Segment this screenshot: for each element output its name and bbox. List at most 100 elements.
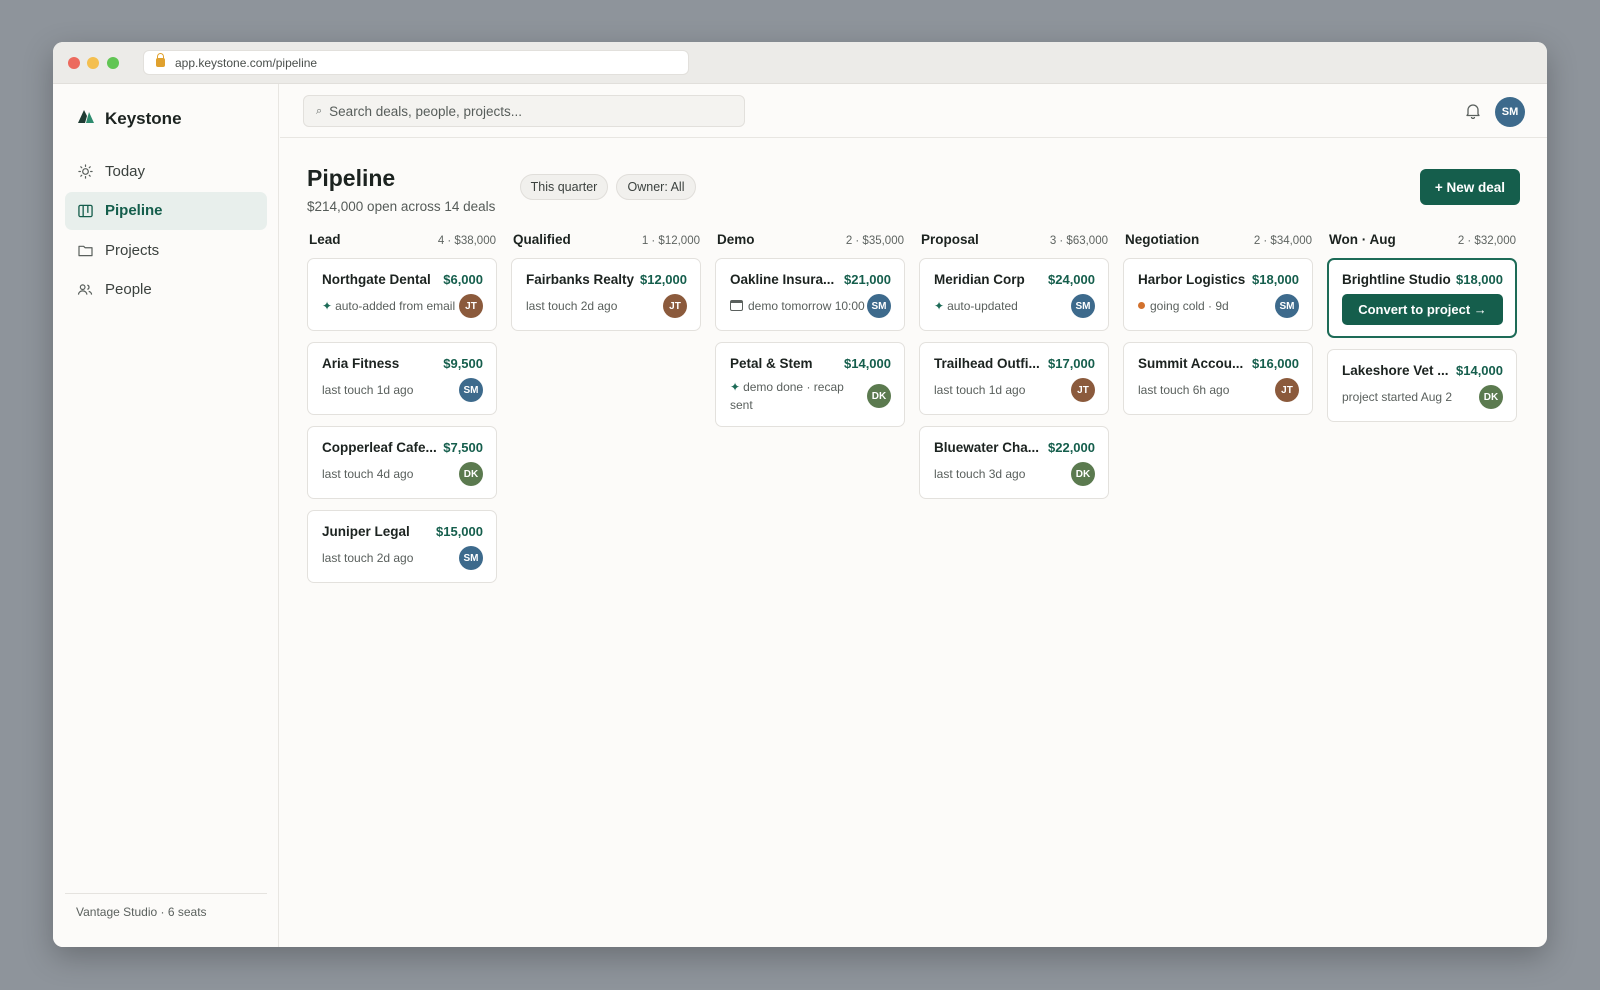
deal-name: Harbor Logistics xyxy=(1138,272,1246,287)
deal-card[interactable]: Petal & Stem $14,000 ✦ demo done · recap se… xyxy=(715,342,905,427)
search-input[interactable]: ⌕ Search deals, people, projects... xyxy=(303,95,745,127)
pipeline-board: Lead 4 · $38,000 Northgate Dental $6,000 ✦ au… xyxy=(307,232,1517,594)
deal-name: Summit Accou... xyxy=(1138,356,1244,371)
deal-value: $21,000 xyxy=(844,272,891,287)
deal-card[interactable]: Northgate Dental $6,000 ✦ auto-added from e… xyxy=(307,258,497,331)
deal-card[interactable]: Trailhead Outfi... $17,000 last touch 1d a… xyxy=(919,342,1109,415)
owner-avatar[interactable]: JT xyxy=(459,294,483,318)
owner-avatar[interactable]: JT xyxy=(1275,378,1299,402)
owner-avatar[interactable]: SM xyxy=(867,294,891,318)
search-icon: ⌕ xyxy=(316,104,323,117)
column-demo: Demo 2 · $35,000 Oakline Insura... $21,000 d… xyxy=(715,232,905,594)
column-summary: 3 · $63,000 xyxy=(1049,235,1108,247)
deal-name: Oakline Insura... xyxy=(730,272,835,287)
sidebar-item-projects[interactable]: Projects xyxy=(65,231,267,269)
deal-card-footer: ✦ auto-added from email JT xyxy=(322,294,483,318)
deal-card-footer: last touch 1d ago SM xyxy=(322,378,483,402)
brand-name: Keystone xyxy=(105,108,182,128)
deal-name: Bluewater Cha... xyxy=(934,440,1040,455)
deal-card[interactable]: Aria Fitness $9,500 last touch 1d ago SM xyxy=(307,342,497,415)
deal-card[interactable]: Meridian Corp $24,000 ✦ auto-updated SM xyxy=(919,258,1109,331)
deal-card[interactable]: Summit Accou... $16,000 last touch 6h ago J… xyxy=(1123,342,1313,415)
deal-card-header: Harbor Logistics $18,000 xyxy=(1138,272,1299,287)
deal-value: $14,000 xyxy=(844,356,891,371)
owner-avatar[interactable]: JT xyxy=(1071,378,1095,402)
maximize-window-button[interactable] xyxy=(107,57,119,69)
deal-card[interactable]: Copperleaf Cafe... $7,500 last touch 4d ag… xyxy=(307,426,497,499)
sun-icon xyxy=(77,163,93,179)
deal-value: $18,000 xyxy=(1456,272,1503,287)
owner-avatar[interactable]: JT xyxy=(663,294,687,318)
sidebar-item-label: People xyxy=(105,281,152,298)
workspace-info[interactable]: Vantage Studio · 6 seats xyxy=(65,893,267,947)
column-header: Negotiation 2 · $34,000 xyxy=(1123,232,1313,258)
deal-value: $12,000 xyxy=(640,272,687,287)
column-title: Negotiation xyxy=(1125,232,1200,247)
owner-avatar[interactable]: SM xyxy=(1071,294,1095,318)
deal-note: last touch 4d ago xyxy=(322,465,413,483)
deal-card-footer: last touch 1d ago JT xyxy=(934,378,1095,402)
column-title: Qualified xyxy=(513,232,571,247)
owner-filter-chip[interactable]: Owner: All xyxy=(616,174,696,200)
deal-note-text: going cold · 9d xyxy=(1150,299,1229,313)
deal-card-header: Bluewater Cha... $22,000 xyxy=(934,440,1095,455)
deal-note-text: last touch 6h ago xyxy=(1138,383,1230,397)
column-proposal: Proposal 3 · $63,000 Meridian Corp $24,000 ✦… xyxy=(919,232,1109,594)
deal-card[interactable]: Oakline Insura... $21,000 demo tomorrow 10… xyxy=(715,258,905,331)
sidebar-item-pipeline[interactable]: Pipeline xyxy=(65,191,267,230)
user-avatar[interactable]: SM xyxy=(1495,97,1525,127)
deal-value: $9,500 xyxy=(443,356,483,371)
owner-avatar[interactable]: SM xyxy=(459,546,483,570)
bell-icon[interactable] xyxy=(1465,102,1481,120)
owner-avatar[interactable]: SM xyxy=(459,378,483,402)
sidebar-item-label: Pipeline xyxy=(105,202,163,219)
owner-avatar[interactable]: DK xyxy=(459,462,483,486)
sparkle-icon: ✦ xyxy=(934,299,945,313)
new-deal-button[interactable]: + New deal xyxy=(1420,169,1520,205)
deal-card[interactable]: Brightline Studio $18,000 Convert to proje… xyxy=(1327,258,1517,338)
deal-note: last touch 1d ago xyxy=(934,381,1025,399)
owner-avatar[interactable]: DK xyxy=(867,384,891,408)
deal-card[interactable]: Juniper Legal $15,000 last touch 2d ago SM xyxy=(307,510,497,583)
brand[interactable]: Keystone xyxy=(77,108,182,129)
sidebar-item-people[interactable]: People xyxy=(65,271,267,309)
deal-card[interactable]: Lakeshore Vet ... $14,000 project started … xyxy=(1327,349,1517,422)
deal-name: Aria Fitness xyxy=(322,356,400,371)
deal-card-footer: last touch 2d ago SM xyxy=(322,546,483,570)
keystone-logo-icon xyxy=(77,108,95,129)
sidebar-item-label: Today xyxy=(105,162,146,180)
column-title: Lead xyxy=(309,232,341,247)
deal-note-text: auto-updated xyxy=(947,299,1018,313)
deal-card-footer: going cold · 9d SM xyxy=(1138,294,1299,318)
column-summary: 2 · $34,000 xyxy=(1253,235,1312,247)
deal-note: last touch 1d ago xyxy=(322,381,413,399)
deal-note: ✦ demo done · recap sent xyxy=(730,378,865,414)
deal-note: project started Aug 2 xyxy=(1342,388,1452,406)
owner-avatar[interactable]: DK xyxy=(1479,385,1503,409)
deal-card[interactable]: Fairbanks Realty $12,000 last touch 2d ago… xyxy=(511,258,701,331)
sidebar-item-today[interactable]: Today xyxy=(65,152,267,190)
deal-note-text: last touch 4d ago xyxy=(322,467,414,481)
deal-card-footer: last touch 2d ago JT xyxy=(526,294,687,318)
column-summary: 2 · $35,000 xyxy=(845,235,904,247)
owner-avatar[interactable]: SM xyxy=(1275,294,1299,318)
convert-to-project-button[interactable]: Convert to project → xyxy=(1342,294,1503,325)
deal-card-header: Meridian Corp $24,000 xyxy=(934,272,1095,287)
deal-card-header: Oakline Insura... $21,000 xyxy=(730,272,891,287)
column-qualified: Qualified 1 · $12,000 Fairbanks Realty $12,… xyxy=(511,232,701,594)
browser-titlebar: app.keystone.com/pipeline xyxy=(53,42,1547,84)
deal-note: ✦ auto-updated xyxy=(934,297,1018,315)
quarter-filter-chip[interactable]: This quarter xyxy=(520,174,608,200)
deal-name: Copperleaf Cafe... xyxy=(322,440,437,455)
minimize-window-button[interactable] xyxy=(87,57,99,69)
deal-card-footer: last touch 3d ago DK xyxy=(934,462,1095,486)
deal-name: Trailhead Outfi... xyxy=(934,356,1040,371)
deal-name: Meridian Corp xyxy=(934,272,1025,287)
deal-card[interactable]: Harbor Logistics $18,000 going cold · 9d SM xyxy=(1123,258,1313,331)
close-window-button[interactable] xyxy=(68,57,80,69)
owner-avatar[interactable]: DK xyxy=(1071,462,1095,486)
address-bar[interactable]: app.keystone.com/pipeline xyxy=(143,50,689,75)
deal-value: $6,000 xyxy=(443,272,483,287)
deal-name: Fairbanks Realty xyxy=(526,272,635,287)
deal-card[interactable]: Bluewater Cha... $22,000 last touch 3d ago… xyxy=(919,426,1109,499)
